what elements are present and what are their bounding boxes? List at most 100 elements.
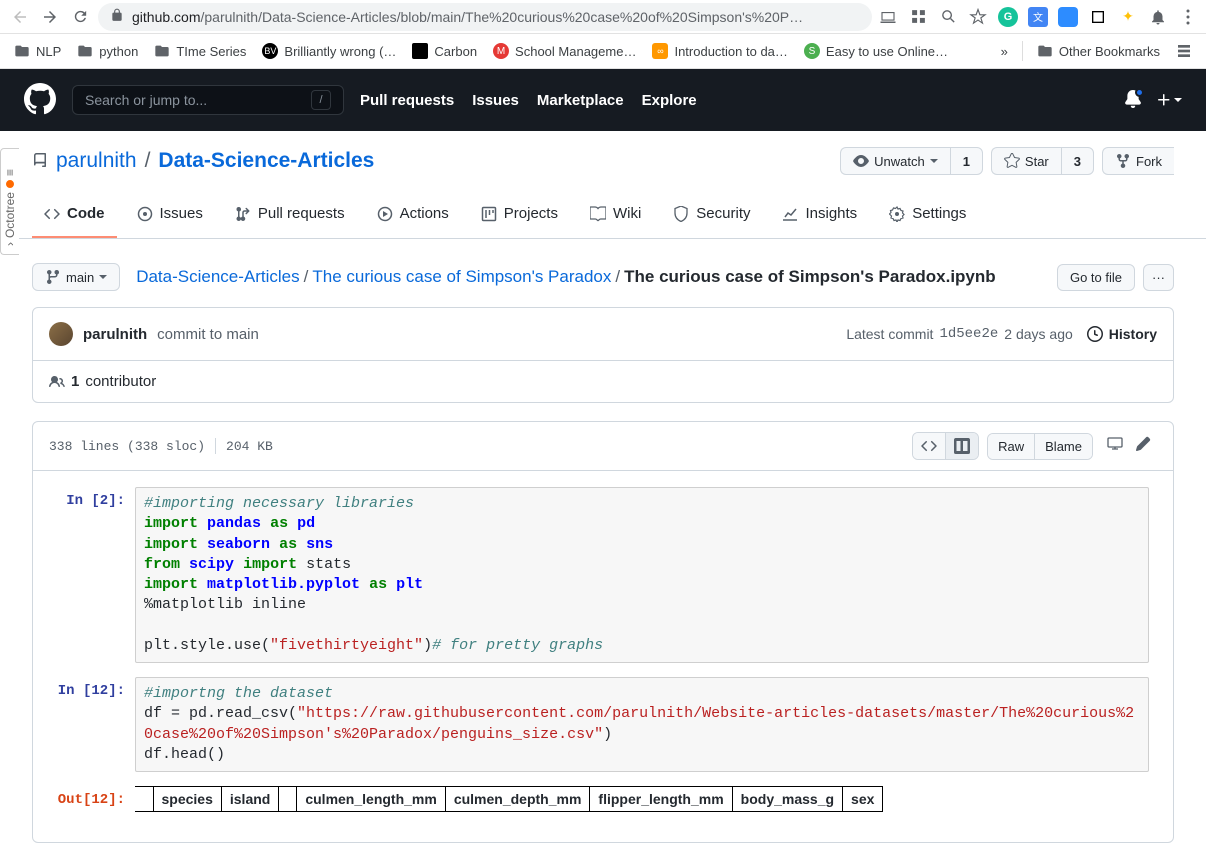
tab-actions[interactable]: Actions — [365, 195, 461, 238]
tab-pr[interactable]: Pull requests — [223, 195, 357, 238]
bookmark-link[interactable]: Carbon — [406, 39, 483, 63]
branch-dropdown[interactable]: main — [32, 263, 120, 291]
tab-issues[interactable]: Issues — [125, 195, 215, 238]
devices-icon[interactable] — [878, 7, 898, 27]
commit-message[interactable]: commit to main — [157, 326, 259, 343]
search-input[interactable]: Search or jump to.../ — [72, 85, 344, 115]
commit-box: parulnith commit to main Latest commit 1… — [32, 307, 1174, 403]
cell-prompt: In [2]: — [57, 487, 135, 509]
repo-owner-link[interactable]: parulnith — [56, 149, 137, 173]
ext-icon-2[interactable]: ✦ — [1118, 7, 1138, 27]
unwatch-button[interactable]: Unwatch — [840, 147, 950, 175]
extension-icon-1[interactable] — [908, 7, 928, 27]
history-icon[interactable] — [1087, 326, 1103, 342]
address-bar[interactable]: github.com/parulnith/Data-Science-Articl… — [98, 3, 872, 31]
notebook-content: In [2]:#importing necessary libraries im… — [33, 471, 1173, 842]
github-logo[interactable] — [24, 83, 56, 118]
bookmark-link[interactable]: BVBrilliantly wrong (… — [256, 39, 402, 63]
add-dropdown[interactable] — [1156, 92, 1182, 108]
reading-list-icon[interactable] — [1170, 39, 1198, 63]
bookmark-link[interactable]: MSchool Manageme… — [487, 39, 642, 63]
breadcrumb-link[interactable]: The curious case of Simpson's Paradox — [312, 267, 611, 287]
table-header: flipper_length_mm — [590, 787, 732, 812]
forward-button[interactable] — [38, 5, 62, 29]
file-lines: 338 lines (338 sloc) — [49, 439, 205, 454]
table-header: species — [153, 787, 221, 812]
raw-button[interactable]: Raw — [988, 434, 1034, 459]
table-header: culmen_depth_mm — [445, 787, 590, 812]
file-nav: main Data-Science-Articles/ The curious … — [32, 263, 1174, 291]
table-header — [279, 787, 297, 812]
bookmark-folder[interactable]: python — [71, 39, 144, 63]
repo-name-link[interactable]: Data-Science-Articles — [158, 149, 374, 173]
other-bookmarks[interactable]: Other Bookmarks — [1031, 39, 1166, 63]
repository-header: parulnith / Data-Science-Articles Unwatc… — [0, 131, 1206, 175]
notifications-icon[interactable] — [1148, 7, 1168, 27]
bookmark-link[interactable]: ∞Introduction to da… — [646, 39, 793, 63]
translate-icon[interactable]: 文 — [1028, 7, 1048, 27]
tab-projects[interactable]: Projects — [469, 195, 570, 238]
commit-time: 2 days ago — [1004, 326, 1073, 342]
fork-button[interactable]: Fork — [1102, 147, 1174, 175]
cell-input: #importng the dataset df = pd.read_csv("… — [135, 677, 1149, 772]
cell-out-prompt: Out[12]: — [57, 786, 135, 808]
bookmarks-bar: NLP python TIme Series BVBrilliantly wro… — [0, 34, 1206, 69]
history-link[interactable]: History — [1109, 326, 1157, 342]
repo-icon — [32, 153, 48, 169]
bookmarks-overflow[interactable]: » — [995, 40, 1014, 63]
url-text: github.com/parulnith/Data-Science-Articl… — [132, 9, 803, 25]
source-view-button[interactable] — [913, 433, 945, 459]
table-header: culmen_length_mm — [297, 787, 445, 812]
github-header: Search or jump to.../ Pull requests Issu… — [0, 69, 1206, 131]
table-header: island — [221, 787, 278, 812]
bookmark-folder[interactable]: NLP — [8, 39, 67, 63]
toolbar-icons: G 文 ✦ — [878, 7, 1198, 27]
breadcrumb-current: The curious case of Simpson's Paradox.ip… — [624, 267, 996, 287]
rendered-view-button[interactable] — [945, 433, 978, 459]
table-header: body_mass_g — [732, 787, 842, 812]
tab-wiki[interactable]: Wiki — [578, 195, 653, 238]
cell-output: speciesisland culmen_length_mmculmen_dept… — [135, 786, 1149, 812]
reload-button[interactable] — [68, 5, 92, 29]
tab-security[interactable]: Security — [661, 195, 762, 238]
zoom-icon[interactable] — [938, 7, 958, 27]
cell-prompt: In [12]: — [57, 677, 135, 699]
star-button[interactable]: Star — [991, 147, 1061, 175]
star-icon[interactable] — [968, 7, 988, 27]
avatar[interactable] — [49, 322, 73, 346]
breadcrumb-link[interactable]: Data-Science-Articles — [136, 267, 299, 287]
lock-icon — [110, 8, 124, 25]
menu-icon[interactable] — [1178, 7, 1198, 27]
file-box: 338 lines (338 sloc) 204 KB Raw Blame In… — [32, 421, 1174, 843]
tab-settings[interactable]: Settings — [877, 195, 978, 238]
repo-tabs: Code Issues Pull requests Actions Projec… — [0, 195, 1206, 239]
output-table: speciesisland culmen_length_mmculmen_dept… — [135, 786, 883, 812]
star-count[interactable]: 3 — [1061, 147, 1094, 175]
nav-marketplace[interactable]: Marketplace — [537, 92, 624, 109]
edit-icon[interactable] — [1129, 432, 1157, 460]
commit-sha[interactable]: 1d5ee2e — [939, 326, 998, 342]
table-header — [135, 787, 153, 812]
grammarly-icon[interactable]: G — [998, 7, 1018, 27]
ext-icon[interactable] — [1088, 7, 1108, 27]
file-more-button[interactable]: ··· — [1143, 264, 1174, 291]
nav-pull-requests[interactable]: Pull requests — [360, 92, 454, 109]
zoom-ext-icon[interactable] — [1058, 7, 1078, 27]
nav-explore[interactable]: Explore — [642, 92, 697, 109]
octotree-sidebar-tab[interactable]: ›Octotree≡ — [0, 148, 19, 255]
primary-nav: Pull requests Issues Marketplace Explore — [360, 92, 697, 109]
notifications-button[interactable] — [1124, 90, 1142, 111]
bookmark-link[interactable]: SEasy to use Online… — [798, 39, 954, 63]
commit-author[interactable]: parulnith — [83, 326, 147, 343]
desktop-icon[interactable] — [1101, 432, 1129, 460]
go-to-file-button[interactable]: Go to file — [1057, 264, 1135, 291]
back-button[interactable] — [8, 5, 32, 29]
watch-count[interactable]: 1 — [950, 147, 983, 175]
contrib-count: 1 — [71, 373, 79, 390]
tab-insights[interactable]: Insights — [770, 195, 869, 238]
cell-input: #importing necessary libraries import pa… — [135, 487, 1149, 663]
bookmark-folder[interactable]: TIme Series — [148, 39, 252, 63]
blame-button[interactable]: Blame — [1034, 434, 1092, 459]
nav-issues[interactable]: Issues — [472, 92, 519, 109]
tab-code[interactable]: Code — [32, 195, 117, 238]
